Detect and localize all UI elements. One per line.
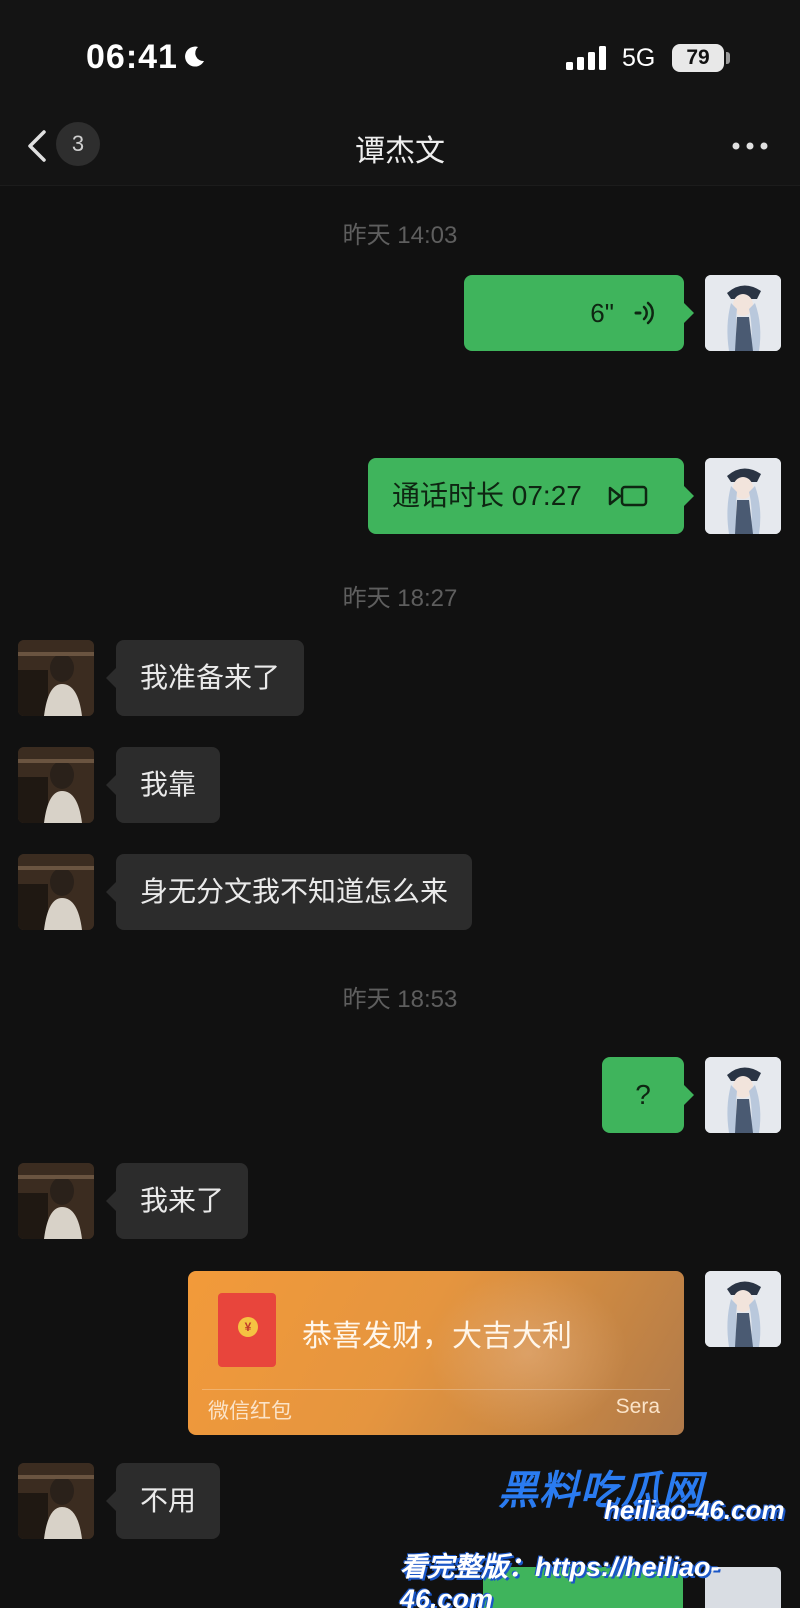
- network-label: 5G: [622, 44, 656, 72]
- video-call-icon: [608, 485, 647, 506]
- incoming-message-bubble[interactable]: 我来了: [105, 1163, 249, 1239]
- self-avatar[interactable]: [705, 1057, 781, 1133]
- self-avatar[interactable]: [705, 458, 781, 534]
- contact-photo-image: [18, 1163, 94, 1239]
- contact-avatar[interactable]: [18, 854, 94, 930]
- contact-avatar[interactable]: [18, 1463, 94, 1539]
- contact-avatar[interactable]: [18, 1163, 94, 1239]
- more-horizontal-icon[interactable]: [730, 134, 770, 158]
- chat-title: 谭杰文: [355, 135, 445, 168]
- divider: [202, 1389, 670, 1390]
- coin-icon: ¥: [238, 1317, 258, 1337]
- outgoing-message-bubble[interactable]: ?: [602, 1057, 694, 1133]
- timestamp: 昨天 18:53: [342, 986, 458, 1013]
- contact-photo-image: [18, 640, 94, 716]
- moon-icon: [185, 46, 204, 67]
- voice-message-bubble[interactable]: 6": [464, 275, 694, 351]
- battery-tip: [726, 52, 730, 64]
- anime-avatar-image: [705, 1271, 781, 1347]
- voice-wave-icon: [634, 301, 654, 325]
- red-envelope-icon: ¥: [218, 1293, 276, 1367]
- red-packet-card[interactable]: ¥ 恭喜发财，大吉大利 微信红包 Sera: [188, 1271, 684, 1435]
- contact-photo-image: [18, 747, 94, 823]
- contact-avatar[interactable]: [18, 640, 94, 716]
- watermark-link: 看完整版：https://heiliao-46.com: [400, 1552, 720, 1608]
- voice-duration: 6": [590, 298, 614, 328]
- status-time: 06:41: [86, 38, 178, 76]
- chat-message-list[interactable]: 昨天 14:03 6" 通话时长 07:27 昨天 18:27 我准备来了 我靠…: [0, 187, 800, 1608]
- contact-photo-image: [18, 1463, 94, 1539]
- red-packet-cover-name: Sera: [615, 1395, 660, 1418]
- signal-icon: [566, 46, 606, 70]
- incoming-message-bubble[interactable]: 我靠: [105, 747, 221, 823]
- anime-avatar-image: [705, 458, 781, 534]
- timestamp: 昨天 18:27: [342, 585, 458, 612]
- timestamp: 昨天 14:03: [342, 222, 458, 249]
- battery-indicator: 79: [672, 44, 724, 72]
- call-duration-text: 通话时长 07:27: [392, 480, 582, 511]
- incoming-message-bubble[interactable]: 我准备来了: [105, 640, 305, 716]
- contact-photo-image: [18, 854, 94, 930]
- anime-avatar-image: [705, 275, 781, 351]
- contact-avatar[interactable]: [18, 747, 94, 823]
- chevron-left-icon[interactable]: [22, 126, 50, 166]
- red-packet-label: 微信红包: [208, 1400, 292, 1423]
- incoming-message-bubble[interactable]: 身无分文我不知道怎么来: [105, 854, 473, 930]
- self-avatar[interactable]: [705, 275, 781, 351]
- incoming-message-bubble[interactable]: 不用: [105, 1463, 221, 1539]
- red-packet-greeting: 恭喜发财，大吉大利: [302, 1320, 572, 1353]
- watermark-domain: heiliao-46.com: [604, 1495, 785, 1525]
- self-avatar[interactable]: [705, 1271, 781, 1347]
- unread-count-badge[interactable]: 3: [56, 122, 100, 166]
- anime-avatar-image: [705, 1057, 781, 1133]
- call-record-bubble[interactable]: 通话时长 07:27: [368, 458, 694, 534]
- status-bar: 06:41 5G 79: [0, 0, 800, 110]
- chat-header: 3 谭杰文: [0, 110, 800, 186]
